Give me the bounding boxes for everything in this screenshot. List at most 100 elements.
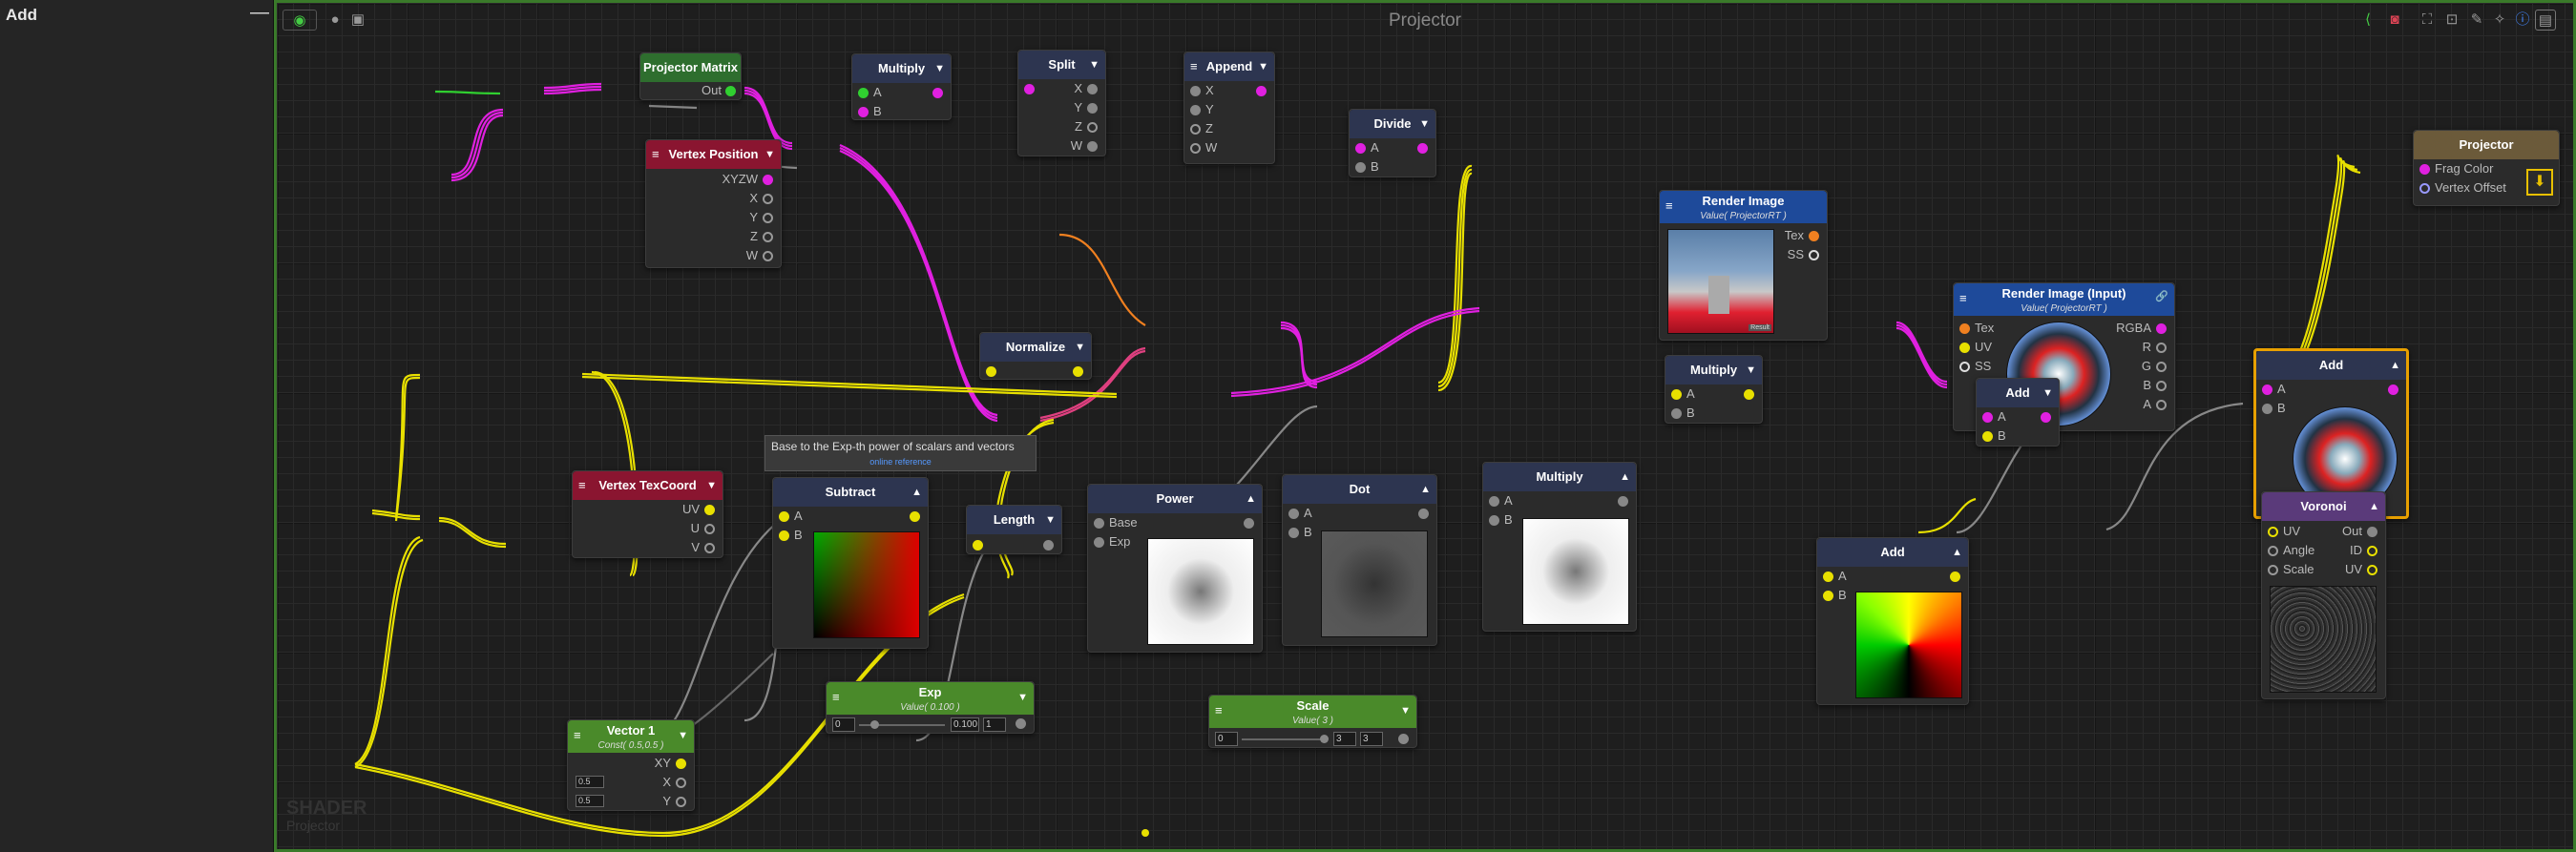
input-port[interactable] [1489, 515, 1499, 526]
node-length[interactable]: Length ▼ [966, 505, 1062, 554]
node-divide[interactable]: Divide ▼ A B [1349, 109, 1436, 177]
input-port[interactable] [858, 88, 869, 98]
input-port[interactable] [1288, 528, 1299, 538]
input-port[interactable] [1190, 143, 1201, 154]
node-append[interactable]: ≡ Append ▼ X Y Z W [1183, 52, 1275, 164]
chevron-down-icon[interactable]: ▼ [1089, 51, 1100, 79]
output-port[interactable] [676, 797, 686, 807]
slider-min[interactable]: 0 [1215, 732, 1238, 746]
input-port[interactable] [1190, 105, 1201, 115]
input-port[interactable] [1190, 86, 1201, 96]
camera-icon[interactable]: ◙ [2384, 10, 2405, 31]
menu-icon[interactable]: ≡ [578, 471, 586, 500]
output-port[interactable] [676, 778, 686, 788]
node-add[interactable]: Add ▲ A B [1816, 537, 1969, 705]
slider-knob[interactable] [1320, 735, 1329, 743]
eyedrop-icon[interactable]: ✧ [2489, 10, 2510, 31]
node-dot[interactable]: Dot ▲ A B [1282, 474, 1437, 646]
chevron-down-icon[interactable]: ▼ [1017, 690, 1028, 705]
info-icon[interactable]: ⓘ [2512, 10, 2533, 31]
output-port[interactable] [1073, 366, 1083, 377]
slider-value[interactable]: 0.100 [951, 717, 979, 732]
input-port[interactable] [1959, 323, 1970, 334]
menu-icon[interactable]: ≡ [1665, 198, 1673, 214]
output-port[interactable] [1087, 84, 1098, 94]
frame-icon[interactable]: ⛶ [2417, 10, 2438, 31]
share-icon[interactable]: ⟨ [2357, 10, 2378, 31]
slider-min[interactable]: 0 [832, 717, 855, 732]
input-port[interactable] [1671, 408, 1682, 419]
output-port[interactable] [763, 232, 773, 242]
input-port[interactable] [779, 511, 789, 522]
output-port[interactable] [1744, 389, 1754, 400]
chevron-down-icon[interactable]: ▼ [1258, 52, 1268, 81]
chevron-down-icon[interactable]: ▼ [1045, 506, 1056, 534]
graph-canvas[interactable]: ◉ ● ▣ Projector ⟨ ◙ ⛶ ⊡ ✎ ✧ ⓘ ▤ Projecto… [274, 0, 2576, 852]
chevron-down-icon[interactable]: ▼ [706, 471, 717, 500]
input-port[interactable] [1355, 143, 1366, 154]
x-value-input[interactable]: 0.5 [576, 776, 604, 788]
input-port[interactable] [1959, 362, 1970, 372]
output-port[interactable] [2367, 527, 2377, 537]
output-port[interactable] [725, 86, 736, 96]
link-icon[interactable]: 🔗 [2155, 289, 2168, 304]
output-port[interactable] [763, 175, 773, 185]
node-vertex-texcoord[interactable]: ≡ Vertex TexCoord ▼ UV U V [572, 470, 723, 558]
output-port[interactable] [704, 505, 715, 515]
output-port[interactable] [1087, 103, 1098, 114]
input-port[interactable] [1671, 389, 1682, 400]
input-port[interactable] [973, 540, 983, 551]
output-port[interactable] [1809, 250, 1819, 260]
node-scale[interactable]: ≡ Scale Value( 3 ) ▼ 0 3 3 [1208, 695, 1417, 748]
input-port[interactable] [2262, 384, 2272, 395]
y-value-input[interactable]: 0.5 [576, 795, 604, 807]
menu-icon[interactable]: ≡ [574, 728, 581, 743]
output-port[interactable] [2367, 565, 2377, 575]
output-port[interactable] [1244, 518, 1254, 529]
node-normalize[interactable]: Normalize ▼ [979, 332, 1092, 380]
output-port[interactable] [763, 251, 773, 261]
panel-icon[interactable]: ▤ [2535, 10, 2556, 31]
node-split[interactable]: Split ▼ X Y Z W [1017, 50, 1106, 156]
chevron-down-icon[interactable]: ▼ [678, 728, 688, 743]
slider-track[interactable] [1242, 738, 1324, 740]
online-reference-link[interactable]: online reference [771, 457, 1030, 467]
output-port[interactable] [910, 511, 920, 522]
input-port[interactable] [1190, 124, 1201, 135]
input-port[interactable] [2419, 164, 2430, 175]
output-port[interactable] [763, 213, 773, 223]
input-port[interactable] [1823, 591, 1833, 601]
input-port[interactable] [986, 366, 996, 377]
menu-icon[interactable]: ≡ [1959, 291, 1967, 306]
settings-icon[interactable]: ✎ [2466, 10, 2487, 31]
node-projector-output[interactable]: Projector Frag Color Vertex Offset ⬇ [2413, 130, 2560, 206]
chevron-down-icon[interactable]: ▼ [1419, 110, 1430, 138]
node-vector1[interactable]: ≡ Vector 1 Const( 0.5,0.5 ) ▼ XY 0.5 X 0.5 … [567, 719, 695, 811]
input-port[interactable] [1959, 343, 1970, 353]
output-port[interactable] [704, 543, 715, 553]
input-port[interactable] [779, 530, 789, 541]
node-render-image[interactable]: ≡ Render Image Value( ProjectorRT ) Result… [1659, 190, 1828, 341]
chevron-down-icon[interactable]: ▼ [1075, 333, 1085, 362]
input-port[interactable] [1982, 431, 1993, 442]
node-add[interactable]: Add ▼ A B [1976, 378, 2060, 447]
slider-max[interactable]: 3 [1360, 732, 1383, 746]
input-port[interactable] [2419, 183, 2430, 194]
slider-value[interactable]: 3 [1333, 732, 1356, 746]
node-projector-matrix[interactable]: Projector Matrix Out [639, 52, 742, 100]
input-port[interactable] [1489, 496, 1499, 507]
output-port[interactable] [1043, 540, 1054, 551]
output-port[interactable] [1417, 143, 1428, 154]
output-port[interactable] [1618, 496, 1628, 507]
node-exp[interactable]: ≡ Exp Value( 0.100 ) ▼ 0 0.100 1 [826, 681, 1035, 734]
fit-icon[interactable]: ⊡ [2441, 10, 2462, 31]
chevron-up-icon[interactable]: ▲ [2390, 351, 2400, 380]
output-port[interactable] [2156, 400, 2167, 410]
output-port[interactable] [2156, 381, 2167, 391]
input-port[interactable] [1982, 412, 1993, 423]
output-port[interactable] [932, 88, 943, 98]
output-port[interactable] [1016, 718, 1026, 729]
input-port[interactable] [1355, 162, 1366, 173]
input-port[interactable] [1094, 537, 1104, 548]
output-port[interactable] [1087, 141, 1098, 152]
